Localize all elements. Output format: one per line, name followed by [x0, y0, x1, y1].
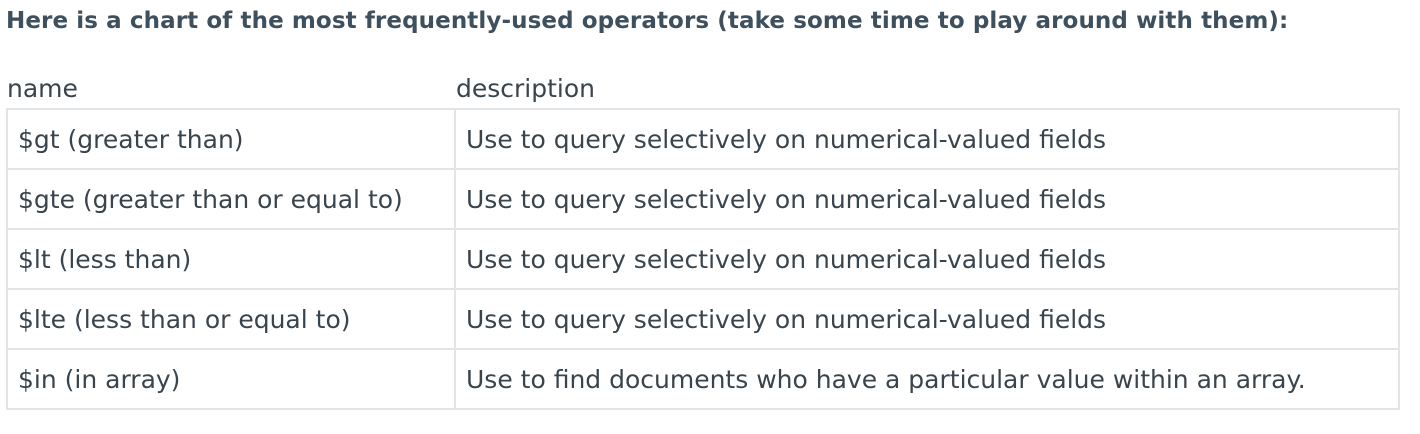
section-heading: Here is a chart of the most frequently-u… — [6, 8, 1289, 34]
table-body: $gt (greater than) Use to query selectiv… — [6, 108, 1400, 410]
column-header-name: name — [7, 73, 78, 103]
table-row: $lt (less than) Use to query selectively… — [6, 228, 1400, 290]
operator-name-cell: $lt (less than) — [6, 228, 456, 290]
operator-description-cell: Use to find documents who have a particu… — [454, 348, 1400, 410]
operator-description-cell: Use to query selectively on numerical-va… — [454, 168, 1400, 230]
operator-description-cell: Use to query selectively on numerical-va… — [454, 108, 1400, 170]
operator-name-cell: $lte (less than or equal to) — [6, 288, 456, 350]
table-row: $lte (less than or equal to) Use to quer… — [6, 288, 1400, 350]
header-row: name description — [7, 68, 1399, 109]
column-header-description: description — [456, 73, 596, 103]
table-row: $gte (greater than or equal to) Use to q… — [6, 168, 1400, 230]
table-row: $gt (greater than) Use to query selectiv… — [6, 108, 1400, 170]
operator-name-cell: $gte (greater than or equal to) — [6, 168, 456, 230]
operator-description-cell: Use to query selectively on numerical-va… — [454, 288, 1400, 350]
operator-description-cell: Use to query selectively on numerical-va… — [454, 228, 1400, 290]
table-header: name description — [7, 68, 1399, 109]
operator-name-cell: $gt (greater than) — [6, 108, 456, 170]
table-row: $in (in array) Use to find documents who… — [6, 348, 1400, 410]
operator-name-cell: $in (in array) — [6, 348, 456, 410]
operators-table: name description $gt (greater than) Use … — [6, 68, 1400, 410]
